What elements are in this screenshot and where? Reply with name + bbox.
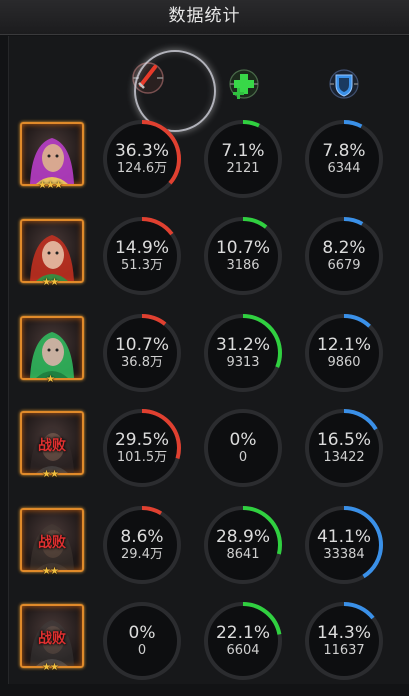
hero-row: ★★★ 36.3% 124.6万 7.1% 2121 7.8% 6344 [0,118,409,214]
heal-stat-ring: 7.1% 2121 [202,118,284,200]
hero-row: 战败 ★★ 0% 0 22.1% 6604 14.3% 11637 [0,600,409,696]
damage-value: 29.4万 [121,547,163,562]
defeated-label: 战败 [38,438,66,454]
hero-portrait[interactable] [20,122,84,186]
tank-stat-ring: 7.8% 6344 [303,118,385,200]
tank-value: 9860 [327,355,361,370]
damage-percent: 10.7% [114,335,169,355]
damage-percent: 36.3% [114,141,169,161]
hero-row: ★★ 14.9% 51.3万 10.7% 3186 8.2% 6679 [0,215,409,311]
damage-stat-ring: 8.6% 29.4万 [101,504,183,586]
damage-value: 36.8万 [121,355,163,370]
defeated-label: 战败 [38,535,66,551]
tank-percent: 8.2% [322,238,366,258]
shield-defense-icon[interactable] [324,64,364,104]
tank-stat-ring: 16.5% 13422 [303,407,385,489]
hero-portrait-art [30,138,74,184]
tank-value: 33384 [323,547,365,562]
damage-stat-ring: 36.3% 124.6万 [101,118,183,200]
damage-stat-ring: 10.7% 36.8万 [101,312,183,394]
damage-percent: 14.9% [114,238,169,258]
heal-percent: 22.1% [215,623,270,643]
page-title: 数据统计 [0,0,409,35]
hero-portrait[interactable] [20,219,84,283]
heal-value: 2121 [226,161,260,176]
star-rating: ★★★ [38,180,63,191]
heal-stat-ring: 22.1% 6604 [202,600,284,682]
damage-stat-ring: 0% 0 [101,600,183,682]
damage-percent: 0% [128,623,156,643]
heal-value: 3186 [226,258,260,273]
hero-portrait[interactable]: 战败 [20,508,84,572]
tank-percent: 16.5% [316,430,371,450]
tank-stat-ring: 8.2% 6679 [303,215,385,297]
hero-portrait[interactable]: 战败 [20,411,84,475]
hero-portrait-art [30,332,74,378]
healing-cross-icon[interactable] [224,64,264,104]
damage-value: 124.6万 [116,161,168,176]
tank-percent: 7.8% [322,141,366,161]
heal-value: 6604 [226,643,260,658]
hero-portrait[interactable]: 战败 [20,604,84,668]
heal-stat-ring: 28.9% 8641 [202,504,284,586]
heal-stat-ring: 31.2% 9313 [202,312,284,394]
damage-stat-ring: 14.9% 51.3万 [101,215,183,297]
star-rating: ★★ [42,277,59,288]
hero-row: 战败 ★★ 8.6% 29.4万 28.9% 8641 41.1% 33384 [0,504,409,600]
hero-row: 战败 ★★ 29.5% 101.5万 0% 0 16.5% 13422 [0,407,409,503]
damage-value: 0 [137,643,147,658]
star-rating: ★ [46,374,55,385]
star-rating: ★★ [42,469,59,480]
damage-percent: 29.5% [114,430,169,450]
tank-value: 6679 [327,258,361,273]
heal-stat-ring: 0% 0 [202,407,284,489]
heal-value: 0 [238,450,248,465]
hero-portrait[interactable] [20,316,84,380]
heal-percent: 0% [229,430,257,450]
star-rating: ★★ [42,662,59,673]
damage-stat-ring: 29.5% 101.5万 [101,407,183,489]
damage-value: 101.5万 [116,450,168,465]
tank-stat-ring: 14.3% 11637 [303,600,385,682]
damage-percent: 8.6% [120,527,164,547]
heal-stat-ring: 10.7% 3186 [202,215,284,297]
tank-value: 11637 [323,643,365,658]
hero-row: ★ 10.7% 36.8万 31.2% 9313 12.1% 9860 [0,312,409,408]
tank-percent: 12.1% [316,335,371,355]
tank-percent: 41.1% [316,527,371,547]
star-rating: ★★ [42,566,59,577]
heal-percent: 31.2% [215,335,270,355]
heal-value: 8641 [226,547,260,562]
defeated-label: 战败 [38,631,66,647]
heal-percent: 10.7% [215,238,270,258]
damage-value: 51.3万 [121,258,163,273]
tank-stat-ring: 12.1% 9860 [303,312,385,394]
hero-portrait-art [30,235,74,281]
heal-percent: 28.9% [215,527,270,547]
tank-percent: 14.3% [316,623,371,643]
tank-value: 13422 [323,450,365,465]
heal-value: 9313 [226,355,260,370]
tank-stat-ring: 41.1% 33384 [303,504,385,586]
tank-value: 6344 [327,161,361,176]
heal-percent: 7.1% [221,141,265,161]
